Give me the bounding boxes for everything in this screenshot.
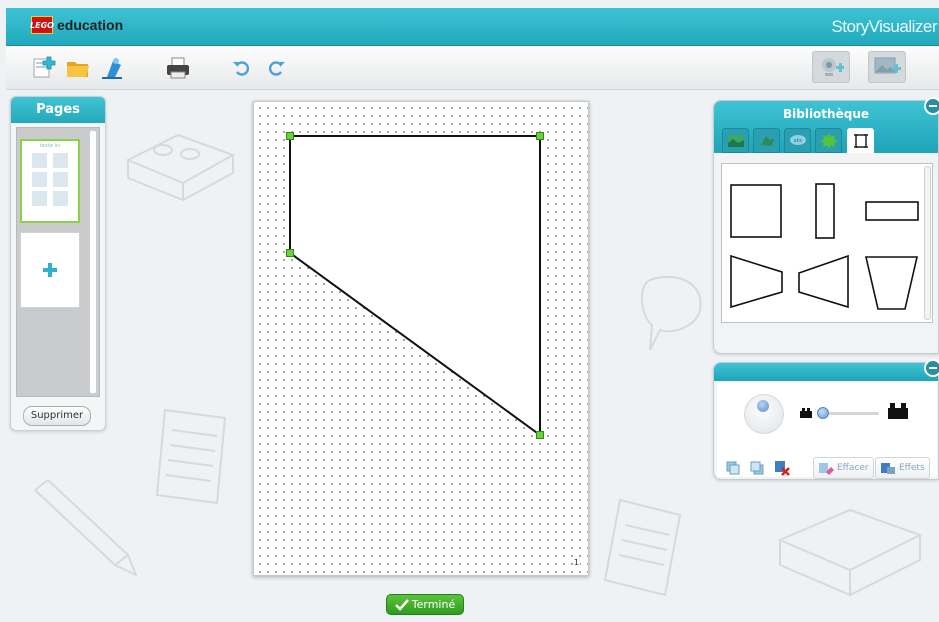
square-shape[interactable] bbox=[730, 184, 782, 238]
wide-rectangle-shape[interactable] bbox=[865, 201, 919, 221]
svg-text:abc: abc bbox=[793, 138, 802, 144]
large-brick-icon bbox=[888, 403, 908, 419]
story-canvas[interactable]: 1 bbox=[253, 101, 589, 576]
shape-icon[interactable] bbox=[847, 128, 874, 153]
library-header: Bibliothèque abc bbox=[714, 97, 939, 153]
export-icon[interactable] bbox=[98, 54, 126, 82]
page-thumbnail[interactable]: texte ici bbox=[20, 139, 80, 223]
thumb-caption: texte ici bbox=[39, 143, 61, 149]
main-toolbar bbox=[6, 46, 939, 90]
add-image-icon bbox=[874, 57, 901, 74]
done-button[interactable]: Terminé bbox=[386, 594, 464, 615]
delete-page-button[interactable]: Supprimer bbox=[23, 406, 91, 426]
pages-list[interactable]: texte ici bbox=[16, 127, 100, 397]
bring-forward-icon bbox=[726, 461, 740, 475]
pages-scrollbar[interactable] bbox=[89, 130, 97, 394]
pages-title: Pages bbox=[11, 97, 105, 123]
selection-handle[interactable] bbox=[286, 132, 294, 140]
properties-panel: Effacer Effets bbox=[713, 359, 939, 480]
page-number: 1 bbox=[572, 558, 580, 567]
trapezoid-right-shape[interactable] bbox=[730, 254, 783, 309]
pencil-doodle bbox=[34, 479, 138, 578]
lego-brick-doodle-2 bbox=[777, 508, 923, 597]
comic-grid-thumb bbox=[32, 153, 68, 206]
send-backward-icon bbox=[750, 461, 764, 475]
effect-burst-icon[interactable] bbox=[815, 128, 842, 153]
properties-body: Effacer Effets bbox=[717, 383, 937, 479]
properties-header bbox=[714, 359, 939, 381]
send-backward-button[interactable] bbox=[749, 457, 765, 479]
trapezoid-left-shape[interactable] bbox=[798, 254, 849, 309]
collapse-icon[interactable] bbox=[924, 97, 939, 115]
effects-icon bbox=[881, 463, 895, 474]
collapse-icon[interactable] bbox=[924, 359, 939, 377]
library-panel: Bibliothèque abc bbox=[713, 97, 939, 354]
erase-label: Effacer bbox=[837, 463, 869, 473]
print-icon[interactable] bbox=[164, 54, 192, 82]
shapes-scrollbar[interactable] bbox=[924, 166, 931, 320]
plus-icon bbox=[43, 263, 57, 277]
webcam-icon bbox=[822, 58, 844, 76]
lego-badge: LEGO bbox=[30, 16, 54, 34]
notebook-doodle bbox=[603, 498, 682, 597]
selection-handle[interactable] bbox=[536, 132, 544, 140]
size-slider-thumb[interactable] bbox=[817, 407, 829, 419]
redo-icon[interactable] bbox=[262, 54, 290, 82]
eraser-icon bbox=[819, 463, 834, 475]
lego-education-logo: LEGO education bbox=[30, 16, 124, 34]
delete-object-button[interactable] bbox=[773, 457, 791, 479]
undo-icon[interactable] bbox=[228, 54, 256, 82]
effects-button[interactable]: Effets bbox=[875, 457, 930, 479]
checkmark-icon bbox=[394, 598, 409, 611]
app-header: LEGO education StoryVisualizer bbox=[6, 8, 939, 46]
delete-object-icon bbox=[775, 461, 790, 476]
selection-handle[interactable] bbox=[536, 431, 544, 439]
add-page-button[interactable] bbox=[20, 232, 80, 308]
small-brick-icon bbox=[800, 408, 812, 418]
speech-bubble-icon[interactable]: abc bbox=[784, 128, 811, 153]
open-folder-icon[interactable] bbox=[64, 54, 92, 82]
drawn-shape[interactable] bbox=[254, 102, 590, 577]
trapezoid-down-shape[interactable] bbox=[864, 256, 919, 310]
pages-panel: Pages texte ici Supprimer bbox=[10, 96, 106, 431]
size-slider-track[interactable] bbox=[821, 412, 879, 415]
app-title: StoryVisualizer bbox=[831, 17, 937, 36]
brand-text: education bbox=[57, 17, 124, 33]
speech-doodle bbox=[641, 275, 702, 351]
object-icon[interactable] bbox=[753, 128, 780, 153]
background-icon[interactable] bbox=[722, 128, 749, 153]
knob-handle[interactable] bbox=[757, 400, 769, 412]
new-page-icon[interactable] bbox=[30, 54, 58, 82]
effects-label: Effets bbox=[899, 463, 925, 473]
paper-sheet-doodle bbox=[155, 408, 227, 505]
lego-brick-doodle bbox=[125, 133, 236, 202]
erase-button[interactable]: Effacer bbox=[813, 457, 874, 479]
library-title: Bibliothèque bbox=[782, 107, 869, 121]
add-image-button[interactable] bbox=[868, 51, 906, 83]
done-label: Terminé bbox=[411, 598, 456, 611]
bring-forward-button[interactable] bbox=[725, 457, 741, 479]
selection-handle[interactable] bbox=[286, 249, 294, 257]
rotation-knob[interactable] bbox=[744, 394, 784, 434]
shapes-library bbox=[721, 163, 933, 323]
webcam-button[interactable] bbox=[812, 51, 850, 83]
tall-rectangle-shape[interactable] bbox=[815, 183, 835, 239]
